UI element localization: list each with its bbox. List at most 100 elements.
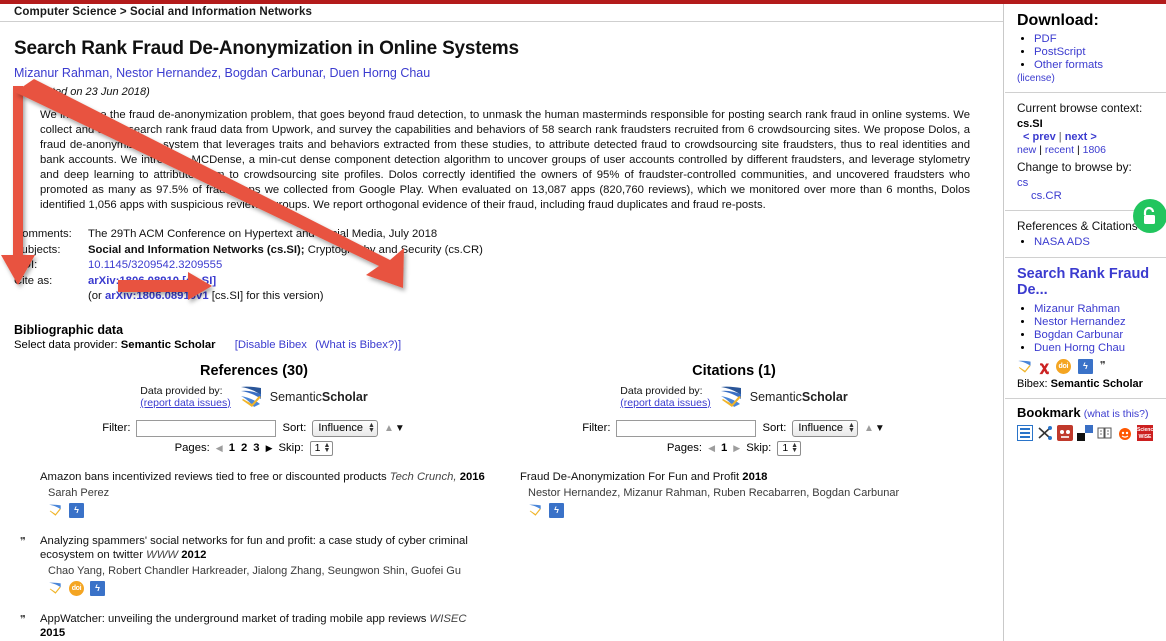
sort-asc-icon[interactable]: ▲ [864,423,875,434]
entry-year: 2018 [742,470,768,483]
entry-title[interactable]: Amazon bans incentivized reviews tied to… [40,471,387,483]
sciencewise-icon[interactable]: Science WISE [1137,425,1156,441]
doi-icon[interactable]: doi [1055,359,1071,374]
references-sort-label: Sort: [282,422,307,434]
reddit-icon[interactable] [1117,425,1133,441]
sidebar-paper-title-link[interactable]: Search Rank Fraud De... [1017,266,1158,298]
citations-panel: Citations (1) Data provided by: (report … [494,363,974,641]
entry-authors: Chao Yang, Robert Chandler Harkreader, J… [48,564,461,577]
author-list[interactable]: Mizanur Rahman, Nestor Hernandez, Bogdan… [14,66,987,80]
sidebar-author-link-3[interactable]: Duen Horng Chau [1034,342,1125,354]
download-list: PDFPostScriptOther formats [1017,33,1158,71]
semantic-scholar-icon[interactable] [48,503,63,517]
download-link-2[interactable]: Other formats [1034,59,1103,71]
semantic-scholar-icon[interactable] [48,581,63,595]
browse-1806-link[interactable]: 1806 [1083,144,1106,156]
mendeley-icon[interactable] [1057,425,1073,441]
stepper-icon: ▲ ▼ [368,422,375,434]
browse-recent-link[interactable]: recent [1045,144,1074,156]
bookmark-what-is-this-link[interactable]: (what is this?) [1084,408,1149,420]
report-data-issues-link[interactable]: (report data issues) [620,397,710,409]
s2-icon[interactable]: ϟ [90,580,105,596]
citations-sort-direction[interactable]: ▲▼ [864,423,886,434]
next-page-icon[interactable]: ▶ [266,443,273,454]
page-number-1[interactable]: 1 [229,442,235,454]
change-browse-heading: Change to browse by: [1017,160,1132,174]
bibsonomy-icon[interactable] [1037,425,1053,441]
cite-as-link[interactable]: arXiv:1806.08910 [cs.SI] [88,275,216,287]
references-skip-select[interactable]: 1 ▲ ▼ [309,440,334,456]
s2-icon[interactable]: ϟ [1077,359,1093,374]
doi-link[interactable]: 10.1145/3209542.3209555 [88,259,222,271]
bibex-status: Bibex: Semantic Scholar [1017,378,1158,390]
prev-paper-link[interactable]: < prev [1023,131,1056,143]
citations-pagination: Pages: ◀ 1 ▶ Skip: 1 ▲ ▼ [494,440,974,456]
entry-title[interactable]: Analyzing spammers' social networks for … [40,535,468,561]
references-pagination: Pages: ◀ 1 2 3 ▶ Skip: 1 ▲ ▼ [14,440,494,456]
prev-page-icon[interactable]: ◀ [216,443,223,454]
breadcrumb[interactable]: Computer Science > Social and Informatio… [0,4,1003,22]
citations-skip-value: 1 [782,442,789,454]
next-paper-link[interactable]: next > [1065,131,1097,143]
stepper-icon: ▲ ▼ [848,422,855,434]
s2-icon[interactable]: ϟ [69,502,84,518]
bibliographic-data-heading: Bibliographic data [14,322,124,337]
citations-sort-select[interactable]: Influence ▲ ▼ [792,419,858,437]
cite-version-link[interactable]: arXiv:1806.08910v1 [105,290,209,302]
report-data-issues-link[interactable]: (report data issues) [140,397,230,409]
bibex-panels: References (30) Data provided by: (repor… [14,363,987,641]
citations-filter-row: Filter: Sort: Influence ▲ ▼ ▲▼ [494,419,974,437]
sort-desc-icon[interactable]: ▼ [395,423,406,434]
quote-icon[interactable]: ❞ [1100,359,1106,374]
what-is-bibex-link[interactable]: (What is Bibex?)] [315,339,401,351]
page-number-1[interactable]: 1 [721,442,727,454]
s2-icon[interactable]: ϟ [549,502,564,518]
digg-icon[interactable] [1097,425,1113,441]
semantic-scholar-wordmark: SemanticScholar [270,390,368,404]
change-browse-cs[interactable]: cs [1017,177,1158,189]
download-link-0[interactable]: PDF [1034,33,1057,45]
doi-icon[interactable]: doi [69,580,84,596]
browse-new-link[interactable]: new [1017,144,1036,156]
ss-word-bold: Scholar [321,390,368,404]
license-link[interactable]: (license) [1017,73,1158,84]
sort-desc-icon[interactable]: ▼ [875,423,886,434]
entry-venue: Tech Crunch, [389,470,457,483]
right-sidebar: Download: PDFPostScriptOther formats (li… [1005,4,1166,641]
references-sort-select[interactable]: Influence ▲ ▼ [312,419,378,437]
entry-title[interactable]: Fraud De-Anonymization For Fun and Profi… [520,471,739,483]
browse-context-section: Current browse context: cs.SI < prev | n… [1005,92,1166,210]
nav-separator: | [1058,131,1062,143]
list-item: PDF [1034,33,1158,45]
semantic-scholar-icon[interactable] [1017,359,1033,374]
unlock-icon[interactable] [1133,199,1166,233]
subjects-value: Social and Information Networks (cs.SI);… [88,243,483,259]
entry-title[interactable]: AppWatcher: unveiling the underground ma… [40,613,426,625]
next-page-icon[interactable]: ▶ [733,443,740,454]
citations-filter-input[interactable] [616,419,757,437]
change-browse-cscr[interactable]: cs.CR [1031,190,1158,202]
page-number-2[interactable]: 2 [241,442,247,454]
references-filter-input[interactable] [136,419,277,437]
citations-sort-label: Sort: [762,422,787,434]
select-provider-label: Select data provider: [14,338,118,351]
semantic-scholar-logo: SemanticScholar [239,385,368,409]
prev-page-icon[interactable]: ◀ [708,443,715,454]
sidebar-author-link-2[interactable]: Bogdan Carbunar [1034,329,1123,341]
sidebar-author-link-1[interactable]: Nestor Hernandez [1034,316,1126,328]
citations-skip-select[interactable]: 1 ▲ ▼ [777,440,802,456]
page-number-3[interactable]: 3 [253,442,259,454]
refs-citations-link-0[interactable]: NASA ADS [1034,236,1090,248]
semantic-scholar-icon[interactable] [528,503,543,517]
download-link-1[interactable]: PostScript [1034,46,1085,58]
delicious-icon[interactable] [1077,425,1093,441]
chi-x-icon[interactable]: 𝛘 [1040,359,1049,374]
sidebar-author-link-0[interactable]: Mizanur Rahman [1034,303,1120,315]
citeulike-icon[interactable] [1017,425,1033,441]
references-sort-direction[interactable]: ▲▼ [384,423,406,434]
disable-bibex-link[interactable]: [Disable Bibex [235,339,307,351]
cite-as-label: Cite as: [14,274,53,287]
stepper-icon: ▲ ▼ [323,442,331,454]
sort-asc-icon[interactable]: ▲ [384,423,395,434]
selected-provider[interactable]: Semantic Scholar [121,339,216,351]
